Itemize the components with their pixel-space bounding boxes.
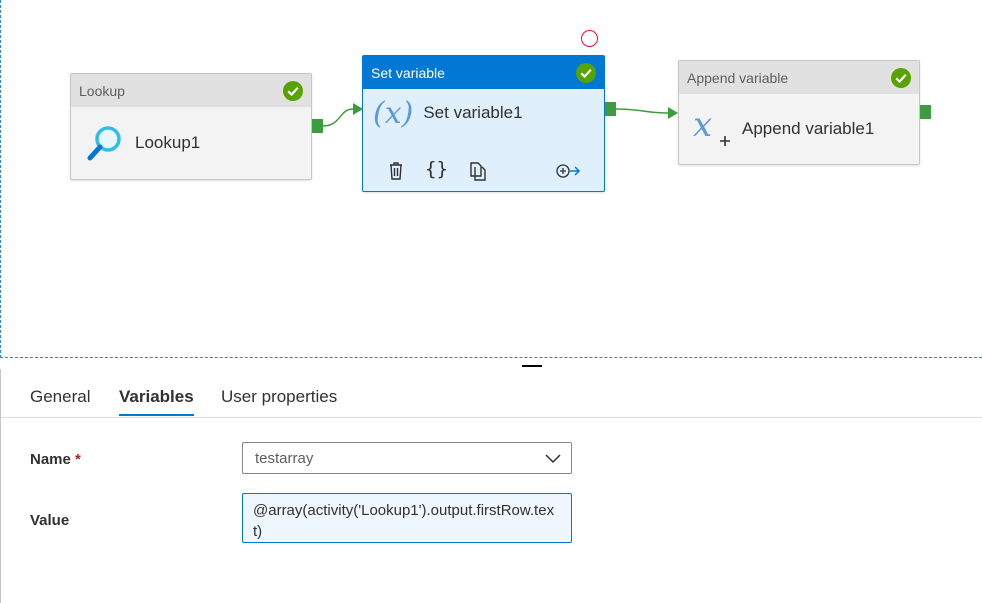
connector-arrow xyxy=(668,107,678,119)
required-marker: * xyxy=(75,451,81,468)
tab-general[interactable]: General xyxy=(30,387,90,414)
activity-toolbar: {} xyxy=(363,156,603,186)
activity-body: x Append variable1 xyxy=(679,94,919,164)
connector-lookup-to-set xyxy=(322,108,354,127)
set-variable-output-port[interactable] xyxy=(605,102,616,116)
activity-type-label: Lookup xyxy=(79,82,125,99)
add-output-icon[interactable] xyxy=(555,160,581,182)
activity-body: (x) Set variable1 xyxy=(363,91,604,135)
set-variable-icon: (x) xyxy=(373,95,414,131)
success-check-icon xyxy=(891,67,911,88)
success-check-icon xyxy=(283,80,303,101)
success-check-icon xyxy=(576,62,596,83)
activity-header: Append variable xyxy=(679,61,919,94)
code-braces-icon[interactable]: {} xyxy=(425,158,448,180)
activity-name: Lookup1 xyxy=(135,133,201,152)
activity-body: Lookup1 xyxy=(71,107,311,179)
copy-icon[interactable] xyxy=(467,160,489,182)
activity-set-variable[interactable]: Set variable (x) Set variable1 {} xyxy=(362,55,605,192)
variable-name-value: testarray xyxy=(255,449,314,467)
activity-name: Set variable1 xyxy=(423,103,523,122)
tab-user-properties[interactable]: User properties xyxy=(221,387,337,414)
name-label-text: Name xyxy=(30,451,71,468)
activity-lookup[interactable]: Lookup Lookup1 xyxy=(70,73,312,180)
lookup-magnifier-icon xyxy=(87,126,121,161)
activity-append-variable[interactable]: Append variable x Append variable1 xyxy=(678,60,920,165)
tab-variables[interactable]: Variables xyxy=(119,387,194,416)
name-label: Name * xyxy=(30,451,81,468)
panel-resize-handle[interactable] xyxy=(522,365,542,367)
variable-value-textarea[interactable]: @array(activity('Lookup1').output.firstR… xyxy=(242,493,572,543)
activity-header: Set variable xyxy=(363,56,604,89)
error-indicator-circle xyxy=(581,30,598,47)
activity-header: Lookup xyxy=(71,74,311,107)
variable-name-dropdown[interactable]: testarray xyxy=(242,442,572,474)
properties-panel: General Variables User properties Name *… xyxy=(0,369,982,603)
svg-text:x: x xyxy=(693,108,712,145)
delete-icon[interactable] xyxy=(385,160,407,182)
chevron-down-icon xyxy=(545,454,561,464)
activity-type-label: Set variable xyxy=(371,64,445,81)
properties-tabs: General Variables User properties xyxy=(1,369,982,418)
pipeline-canvas[interactable]: Lookup Lookup1 Set variable (x) Set vari… xyxy=(0,0,982,358)
append-variable-output-port[interactable] xyxy=(920,105,931,119)
activity-name: Append variable1 xyxy=(742,119,875,138)
connector-set-to-append xyxy=(615,108,669,114)
lookup-output-port[interactable] xyxy=(312,119,323,133)
value-label: Value xyxy=(30,512,70,529)
append-variable-icon: x xyxy=(693,108,730,146)
activity-type-label: Append variable xyxy=(687,69,789,86)
